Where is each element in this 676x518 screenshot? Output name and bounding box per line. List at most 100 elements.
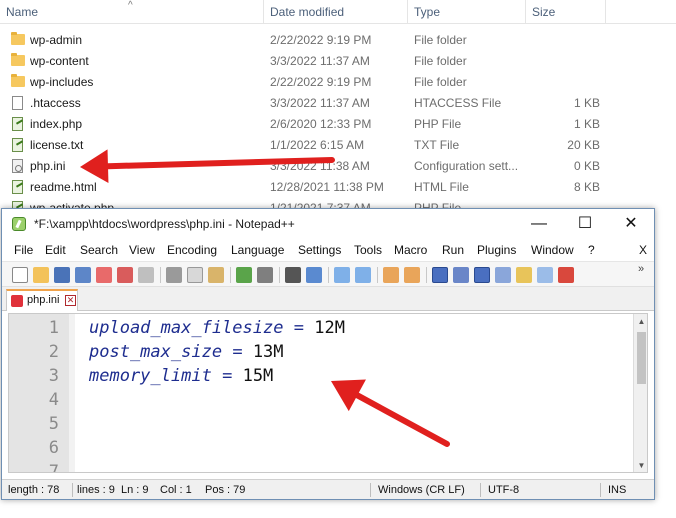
menu-close-document[interactable]: X [639,239,647,261]
ini-operator: = [222,366,233,386]
file-row[interactable]: php.ini 3/3/2022 11:38 AM Configuration se… [0,156,676,177]
status-eol[interactable]: Windows (CR LF) [378,480,465,499]
code-line[interactable]: memory_limit = 15M [89,364,629,388]
folder-as-workspace-icon[interactable] [537,267,553,283]
php-file-icon [10,135,26,156]
file-date-modified: 3/3/2022 11:37 AM [270,96,370,110]
scroll-up-icon[interactable]: ▲ [634,316,647,328]
tab-bar: php.ini ✕ [2,287,654,311]
file-name: license.txt [30,138,84,152]
column-name[interactable]: Name ^ [0,0,264,24]
file-size: 20 KB [567,138,600,152]
menu-tools[interactable]: Tools [354,239,382,261]
file-row[interactable]: readme.html 12/28/2021 11:38 PM HTML File 8… [0,177,676,198]
file-row[interactable]: wp-content 3/3/2022 11:37 AM File folder [0,51,676,72]
column-date-modified[interactable]: Date modified [264,0,408,24]
undo-icon[interactable] [236,267,252,283]
line-number: 2 [48,342,59,362]
title-bar[interactable]: *F:\xampp\htdocs\wordpress\php.ini - Not… [2,209,654,239]
menu-edit[interactable]: Edit [45,239,66,261]
file-row[interactable]: license.txt 1/1/2022 6:15 AM TXT File 20 KB [0,135,676,156]
editor-area[interactable]: 1 upload_max_filesize = 12M 2 post_max_size… [8,313,648,473]
minimize-button[interactable]: — [516,209,562,239]
function-list-icon[interactable] [516,267,532,283]
scrollbar-thumb[interactable] [637,332,646,384]
save-icon[interactable] [54,267,70,283]
print-icon[interactable] [138,267,154,283]
folder-icon [10,51,26,72]
scroll-down-icon[interactable]: ▼ [634,460,647,472]
save-all-icon[interactable] [75,267,91,283]
sync-vertical-icon[interactable] [383,267,399,283]
maximize-button[interactable]: ☐ [562,209,608,239]
redo-icon[interactable] [257,267,273,283]
menu-window[interactable]: Window [531,239,574,261]
menu-encoding[interactable]: Encoding [167,239,217,261]
file-name: php.ini [30,159,66,173]
paste-icon[interactable] [208,267,224,283]
file-name: .htaccess [30,96,81,110]
document-map-icon[interactable] [495,267,511,283]
line-number: 6 [48,438,59,458]
status-lines: lines : 9 [77,484,115,496]
status-separator [600,483,601,497]
code-line[interactable]: post_max_size = 13M [89,340,629,364]
menu-plugins[interactable]: Plugins [477,239,516,261]
open-file-icon[interactable] [33,267,49,283]
status-encoding[interactable]: UTF-8 [488,480,519,499]
zoom-in-icon[interactable] [334,267,350,283]
menu-help[interactable]: ? [588,239,595,261]
menu-run[interactable]: Run [442,239,464,261]
replace-icon[interactable] [306,267,322,283]
config-file-icon [10,156,26,177]
menu-macro[interactable]: Macro [394,239,427,261]
status-insert-mode[interactable]: INS [608,480,626,499]
zoom-out-icon[interactable] [355,267,371,283]
file-row[interactable]: .htaccess 3/3/2022 11:37 AM HTACCESS File 1… [0,93,676,114]
word-wrap-icon[interactable] [432,267,448,283]
column-size[interactable]: Size [526,0,606,24]
indent-guide-icon[interactable] [474,267,490,283]
menu-settings[interactable]: Settings [298,239,341,261]
file-explorer: Name ^ Date modified Type Size wp-admin 2/… [0,0,676,215]
status-col: Col : 1 [160,484,192,496]
code-line[interactable]: upload_max_filesize = 12M [89,316,629,340]
file-date-modified: 3/3/2022 11:38 AM [270,159,370,173]
close-button[interactable]: ✕ [608,209,654,239]
menu-search[interactable]: Search [80,239,118,261]
file-type: Configuration sett... [414,159,519,173]
menu-file[interactable]: File [14,239,33,261]
vertical-scrollbar[interactable]: ▲ ▼ [633,314,647,472]
file-date-modified: 12/28/2021 11:38 PM [270,180,384,194]
column-type[interactable]: Type [408,0,526,24]
tab-php-ini[interactable]: php.ini ✕ [6,289,78,311]
column-header-row: Name ^ Date modified Type Size [0,0,676,24]
status-separator [370,483,371,497]
file-row[interactable]: wp-includes 2/22/2022 9:19 PM File folder [0,72,676,93]
menu-language[interactable]: Language [231,239,284,261]
macro-record-icon[interactable] [558,267,574,283]
close-file-icon[interactable] [96,267,112,283]
toolbar-separator [279,267,280,283]
line-number: 7 [48,462,59,473]
fold-margin[interactable] [69,314,75,472]
toolbar-overflow-icon[interactable]: » [638,263,644,275]
show-all-characters-icon[interactable] [453,267,469,283]
copy-icon[interactable] [187,267,203,283]
menu-view[interactable]: View [129,239,155,261]
new-file-icon[interactable] [12,267,28,283]
file-name: wp-content [30,54,89,68]
cut-icon[interactable] [166,267,182,283]
file-type: PHP File [414,117,462,131]
toolbar-separator [328,267,329,283]
file-icon [10,93,26,114]
line-number: 5 [48,414,59,434]
sync-horizontal-icon[interactable] [404,267,420,283]
file-row[interactable]: index.php 2/6/2020 12:33 PM PHP File 1 KB [0,114,676,135]
status-ln: Ln : 9 [121,484,149,496]
tab-close-icon[interactable]: ✕ [65,295,76,306]
file-date-modified: 2/22/2022 9:19 PM [270,33,372,47]
find-icon[interactable] [285,267,301,283]
close-all-icon[interactable] [117,267,133,283]
file-row[interactable]: wp-admin 2/22/2022 9:19 PM File folder [0,30,676,51]
